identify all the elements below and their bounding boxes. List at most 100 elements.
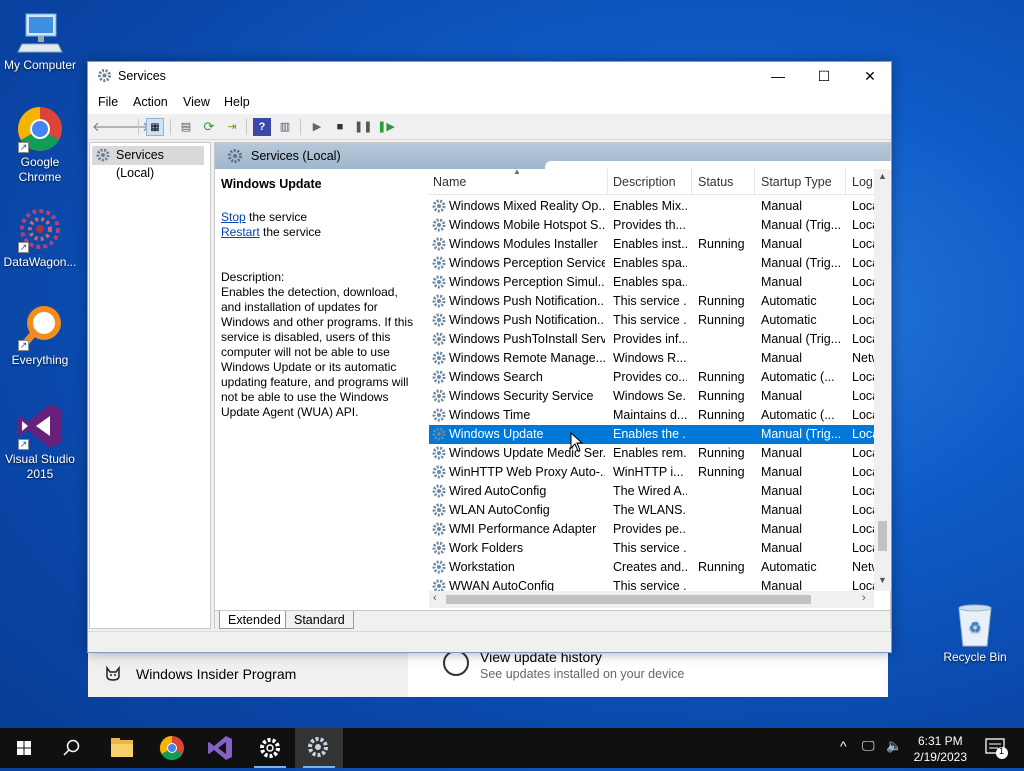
minimize-button[interactable]: — xyxy=(755,62,801,90)
table-row[interactable]: Windows Security Service Windows Se... Run… xyxy=(429,387,874,406)
scroll-left-icon[interactable]: ‹ xyxy=(433,592,437,604)
horizontal-scroll-thumb[interactable] xyxy=(446,595,811,604)
column-header-startup-type[interactable]: Startup Type xyxy=(761,175,832,189)
desktop-icon-my-computer[interactable]: My Computer xyxy=(0,8,80,73)
tab-extended[interactable]: Extended xyxy=(219,611,290,629)
action-center-button[interactable]: 1 xyxy=(976,728,1024,768)
column-header-log-on-as[interactable]: Log xyxy=(852,175,873,189)
toolbar: 🡐 🡒 ▦ ▤ ⟳ ⇥ ? ▥ ▶ ■ ❚❚ ❚▶ xyxy=(88,114,891,140)
console-tree: Services (Local) xyxy=(89,142,211,629)
column-divider[interactable] xyxy=(754,169,755,195)
close-button[interactable]: ✕ xyxy=(847,62,893,90)
restart-service-icon[interactable]: ❚▶ xyxy=(377,118,395,136)
table-row[interactable]: Windows Update Medic Ser... Enables rem..… xyxy=(429,444,874,463)
table-row[interactable]: Windows Perception Simul... Enables spa..… xyxy=(429,273,874,292)
scroll-down-icon[interactable]: ▼ xyxy=(878,575,887,585)
scroll-right-icon[interactable]: › xyxy=(862,592,866,604)
taskbar: ^ 🖵 🔈 6:31 PM 2/19/2023 1 xyxy=(0,728,1024,768)
table-row[interactable]: Workstation Creates and... Running Automati… xyxy=(429,558,874,577)
services-gear-icon xyxy=(308,737,328,757)
properties-icon[interactable]: ▤ xyxy=(177,118,195,136)
help-icon[interactable]: ? xyxy=(253,118,271,136)
export-list-icon[interactable]: ⇥ xyxy=(223,118,241,136)
clock[interactable]: 6:31 PM 2/19/2023 xyxy=(914,733,967,765)
menu-file[interactable]: File xyxy=(98,95,118,109)
table-row[interactable]: Windows Time Maintains d... Running Automat… xyxy=(429,406,874,425)
vertical-scrollbar[interactable]: ▲ ▼ xyxy=(874,169,891,591)
table-row[interactable]: Windows Push Notification... This service… xyxy=(429,311,874,330)
service-log-on-as-cell: Loca xyxy=(852,237,874,251)
start-service-icon[interactable]: ▶ xyxy=(308,118,326,136)
table-row[interactable]: Windows Mixed Reality Op... Enables Mix..… xyxy=(429,197,874,216)
maximize-button[interactable]: ☐ xyxy=(801,62,847,90)
table-row[interactable]: Windows Remote Manage... Windows R... Manu… xyxy=(429,349,874,368)
title-bar[interactable]: Services — ☐ ✕ xyxy=(88,62,891,90)
table-row[interactable]: Windows Push Notification... This service… xyxy=(429,292,874,311)
vertical-scroll-thumb[interactable] xyxy=(878,521,887,551)
service-description-cell: Creates and... xyxy=(613,560,687,574)
column-divider[interactable] xyxy=(607,169,608,195)
desktop-icon-visual-studio[interactable]: ↗ Visual Studio 2015 xyxy=(0,402,80,482)
taskbar-services[interactable] xyxy=(295,728,343,768)
column-header-description[interactable]: Description xyxy=(613,175,676,189)
toolbar-separator xyxy=(138,119,139,135)
column-header-status[interactable]: Status xyxy=(698,175,733,189)
settings-window: Windows Insider Program View update hist… xyxy=(88,649,888,697)
show-hide-console-tree-icon[interactable]: ▦ xyxy=(146,118,164,136)
table-row[interactable]: Windows Perception Service Enables spa...… xyxy=(429,254,874,273)
table-row[interactable]: Windows Search Provides co... Running Autom… xyxy=(429,368,874,387)
tree-item-services-local[interactable]: Services (Local) xyxy=(92,146,204,180)
service-gear-icon xyxy=(432,579,446,591)
notification-count: 1 xyxy=(999,746,1005,756)
everything-search-icon: ↗ xyxy=(16,303,64,351)
table-row[interactable]: Windows Modules Installer Enables inst...… xyxy=(429,235,874,254)
column-divider[interactable] xyxy=(845,169,846,195)
desktop-icon-google-chrome[interactable]: ↗ Google Chrome xyxy=(0,105,80,185)
show-action-pane-icon[interactable]: ▥ xyxy=(276,118,294,136)
taskbar-settings[interactable] xyxy=(246,728,294,768)
stop-service-link[interactable]: Stop xyxy=(221,210,246,224)
column-divider[interactable] xyxy=(691,169,692,195)
chevron-up-icon[interactable]: ^ xyxy=(840,738,847,754)
table-row[interactable]: WMI Performance Adapter Provides pe... Man… xyxy=(429,520,874,539)
stop-service-icon[interactable]: ■ xyxy=(331,118,349,136)
table-row[interactable]: Wired AutoConfig The Wired A... Manual Loca xyxy=(429,482,874,501)
scroll-up-icon[interactable]: ▲ xyxy=(878,171,887,181)
network-icon[interactable]: 🖵 xyxy=(862,738,875,754)
restart-service-link[interactable]: Restart xyxy=(221,225,260,239)
service-startup-type-cell: Manual xyxy=(761,522,802,536)
table-row[interactable]: Windows PushToInstall Serv... Provides in… xyxy=(429,330,874,349)
taskbar-chrome[interactable] xyxy=(148,728,196,768)
table-row[interactable]: Windows Mobile Hotspot S... Provides th..… xyxy=(429,216,874,235)
table-row[interactable]: WWAN AutoConfig This service ... Manual Loc… xyxy=(429,577,874,591)
service-gear-icon xyxy=(432,370,446,387)
taskbar-file-explorer[interactable] xyxy=(98,728,146,768)
back-arrow-icon[interactable]: 🡐 xyxy=(92,118,127,136)
service-name-cell: Windows Push Notification... xyxy=(449,294,605,308)
pause-service-icon[interactable]: ❚❚ xyxy=(354,118,372,136)
volume-icon[interactable]: 🔈 xyxy=(886,738,902,754)
menu-help[interactable]: Help xyxy=(224,95,250,109)
start-button[interactable] xyxy=(0,728,48,768)
search-button[interactable] xyxy=(48,728,96,768)
tab-standard[interactable]: Standard xyxy=(285,611,354,629)
table-row[interactable]: Windows Update Enables the ... Manual (Tri… xyxy=(429,425,874,444)
column-header-name[interactable]: Name xyxy=(433,175,466,189)
horizontal-scrollbar[interactable]: ‹ › xyxy=(429,591,874,608)
taskbar-visual-studio[interactable] xyxy=(196,728,244,768)
menu-action[interactable]: Action xyxy=(133,95,168,109)
menu-view[interactable]: View xyxy=(183,95,210,109)
chrome-icon xyxy=(159,736,184,761)
desktop-icon-recycle-bin[interactable]: ♻ Recycle Bin xyxy=(935,600,1015,665)
desktop-icon-everything[interactable]: ↗ Everything xyxy=(0,303,80,368)
table-row[interactable]: WLAN AutoConfig The WLANS... Manual Loca xyxy=(429,501,874,520)
selected-service-name: Windows Update xyxy=(221,177,322,191)
desktop-icon-datawagon[interactable]: ↗ DataWagon... xyxy=(0,205,80,270)
windows-insider-program-item[interactable]: Windows Insider Program xyxy=(136,666,296,682)
service-description-cell: Enables spa... xyxy=(613,275,687,289)
forward-arrow-icon[interactable]: 🡒 xyxy=(115,118,150,136)
service-name-cell: Wired AutoConfig xyxy=(449,484,547,498)
refresh-icon[interactable]: ⟳ xyxy=(200,118,218,136)
table-row[interactable]: Work Folders This service ... Manual Loca xyxy=(429,539,874,558)
table-row[interactable]: WinHTTP Web Proxy Auto-... WinHTTP i... Ru… xyxy=(429,463,874,482)
